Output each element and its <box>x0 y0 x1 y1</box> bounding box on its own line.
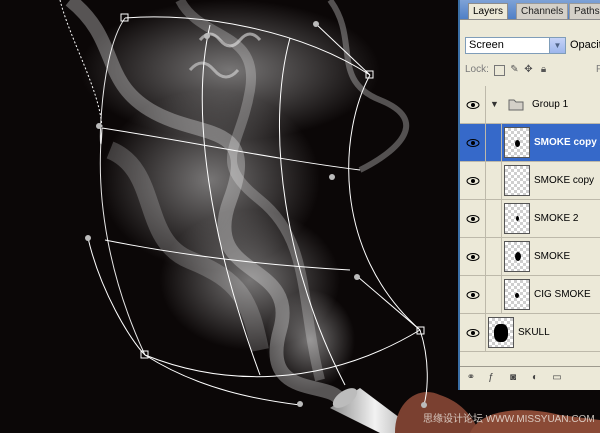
layer-row-smoke-copy[interactable]: SMOKE copy <box>460 162 600 200</box>
fill-label: F <box>596 64 600 75</box>
layer-row-cig-smoke[interactable]: CIG SMOKE <box>460 276 600 314</box>
layer-style-icon[interactable]: ƒ <box>484 372 498 384</box>
layer-name: Group 1 <box>532 99 569 110</box>
lock-all-icon[interactable]: 🔒︎ <box>538 64 549 75</box>
visibility-toggle[interactable] <box>460 86 486 124</box>
lock-row: Lock: ✎ ✥ 🔒︎ <box>465 64 546 80</box>
visibility-toggle[interactable] <box>460 124 486 162</box>
watermark: 思缘设计论坛 WWW.MISSYUAN.COM <box>423 414 595 425</box>
warp-control-point[interactable] <box>354 274 360 280</box>
visibility-toggle[interactable] <box>460 200 486 238</box>
group-indent <box>486 238 502 276</box>
group-indent <box>486 162 502 200</box>
eye-icon <box>466 177 480 185</box>
layer-name: SMOKE <box>534 251 571 262</box>
tab-channels[interactable]: Channels <box>516 3 569 19</box>
panel-footer: ⚭ ƒ ◙ ◐ ▭ <box>460 366 600 390</box>
layer-mask-icon[interactable]: ◙ <box>506 372 520 384</box>
layer-thumbnail <box>504 279 530 310</box>
layer-name: SMOKE copy <box>534 175 595 186</box>
layer-name: CIG SMOKE <box>534 289 591 300</box>
visibility-toggle[interactable] <box>460 238 486 276</box>
layer-name: SKULL <box>518 327 550 338</box>
layer-name: SMOKE 2 <box>534 213 579 224</box>
layer-row-group-1[interactable]: ▼ Group 1 <box>460 86 600 124</box>
eye-icon <box>466 253 480 261</box>
eye-icon <box>466 291 480 299</box>
adjustment-layer-icon[interactable]: ◐ <box>528 372 542 384</box>
layer-thumbnail <box>504 127 530 158</box>
eye-icon <box>466 215 480 223</box>
tab-layers[interactable]: Layers <box>468 3 509 19</box>
lock-image-icon[interactable]: ✎ <box>509 64 520 75</box>
link-layers-icon[interactable]: ⚭ <box>464 372 478 384</box>
opacity-label: Opacit <box>570 39 600 51</box>
blend-mode-value: Screen <box>469 39 504 51</box>
visibility-toggle[interactable] <box>460 314 486 352</box>
lock-position-icon[interactable]: ✥ <box>523 64 534 75</box>
chevron-down-icon[interactable]: ▼ <box>549 38 565 53</box>
warp-control-point[interactable] <box>85 235 91 241</box>
layers-panel: Layers Channels Paths Screen ▼ Opacit Lo… <box>458 0 600 390</box>
tab-paths[interactable]: Paths <box>569 3 600 19</box>
expand-triangle-icon[interactable]: ▼ <box>490 99 499 109</box>
layer-row-smoke-2[interactable]: SMOKE 2 <box>460 200 600 238</box>
warp-control-point[interactable] <box>421 402 427 408</box>
group-indent <box>486 276 502 314</box>
group-indent <box>486 200 502 238</box>
lock-transparency-icon[interactable] <box>494 65 505 76</box>
layer-row-smoke-copy-2[interactable]: SMOKE copy 2 <box>460 124 600 162</box>
layer-thumbnail <box>488 317 514 348</box>
warp-control-point[interactable] <box>297 401 303 407</box>
visibility-toggle[interactable] <box>460 276 486 314</box>
folder-icon <box>508 99 524 111</box>
panel-tab-bar: Layers Channels Paths <box>460 0 600 20</box>
warp-control-point[interactable] <box>96 123 102 129</box>
eye-icon <box>466 139 480 147</box>
layer-thumbnail <box>504 241 530 272</box>
lock-label: Lock: <box>465 64 489 75</box>
blend-mode-select[interactable]: Screen ▼ <box>465 37 566 54</box>
visibility-toggle[interactable] <box>460 162 486 200</box>
warp-control-point[interactable] <box>329 174 335 180</box>
new-group-icon[interactable]: ▭ <box>550 372 564 384</box>
eye-icon <box>466 329 480 337</box>
eye-icon <box>466 101 480 109</box>
layer-row-skull[interactable]: SKULL <box>460 314 600 352</box>
warp-control-point[interactable] <box>204 33 210 39</box>
group-indent <box>486 124 502 162</box>
layer-thumbnail <box>504 165 530 196</box>
warp-control-point[interactable] <box>313 21 319 27</box>
layer-thumbnail <box>504 203 530 234</box>
layer-name: SMOKE copy 2 <box>534 137 600 148</box>
layer-row-smoke[interactable]: SMOKE <box>460 238 600 276</box>
